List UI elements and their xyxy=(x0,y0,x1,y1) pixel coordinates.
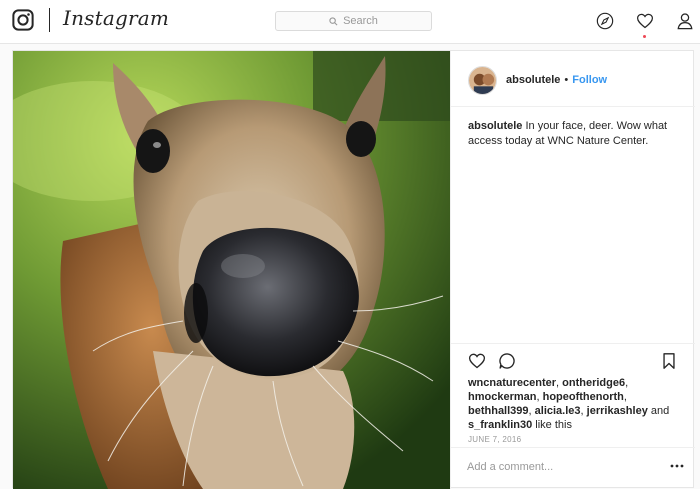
post-header: absolutele • Follow xyxy=(451,51,695,107)
liker-username[interactable]: alicia.le3 xyxy=(535,405,581,417)
deer-photo-image xyxy=(13,51,450,489)
comment-icon[interactable] xyxy=(498,352,516,370)
notification-dot xyxy=(643,35,646,38)
avatar[interactable] xyxy=(468,66,497,95)
likes-and: and xyxy=(650,405,670,417)
post-caption: absolutele In your face, deer. Wow what … xyxy=(468,119,683,149)
likes-summary: wncnaturecenter, ontheridge6, hmockerman… xyxy=(468,377,670,431)
follow-button[interactable]: Follow xyxy=(572,74,607,86)
separator-dot: • xyxy=(564,74,569,86)
liker-username[interactable]: jerrikashley xyxy=(587,405,648,417)
instagram-logo-icon[interactable] xyxy=(12,9,34,31)
logo-divider xyxy=(49,8,50,32)
post-card: absolutele • Follow absolutele In your f… xyxy=(12,50,695,489)
comment-row xyxy=(451,447,695,489)
owner-line: absolutele • Follow xyxy=(506,74,607,86)
instagram-wordmark[interactable]: Instagram xyxy=(63,6,169,30)
likes-suffix: like this xyxy=(535,419,572,431)
post-sidebar: absolutele • Follow absolutele In your f… xyxy=(450,51,695,489)
liker-username[interactable]: s_franklin30 xyxy=(468,419,532,431)
search-placeholder: Search xyxy=(343,15,378,27)
bookmark-icon[interactable] xyxy=(660,352,678,370)
liker-username[interactable]: ontheridge6 xyxy=(562,377,625,389)
liker-username[interactable]: hopeofthenorth xyxy=(543,391,624,403)
liker-username[interactable]: wncnaturecenter xyxy=(468,377,556,389)
search-icon xyxy=(329,16,338,25)
post-actions: wncnaturecenter, ontheridge6, hmockerman… xyxy=(451,343,695,444)
owner-username[interactable]: absolutele xyxy=(506,74,560,86)
liker-username[interactable]: bethhall399 xyxy=(468,405,529,417)
comment-input[interactable] xyxy=(467,458,647,476)
top-navigation-bar: Instagram Search xyxy=(0,0,700,44)
search-box[interactable]: Search xyxy=(275,11,432,31)
post-timestamp[interactable]: JUNE 7, 2016 xyxy=(468,435,521,444)
profile-icon[interactable] xyxy=(676,12,694,30)
more-options-icon[interactable] xyxy=(669,458,685,474)
heart-icon[interactable] xyxy=(636,12,654,30)
caption-username[interactable]: absolutele xyxy=(468,120,522,132)
compass-icon[interactable] xyxy=(596,12,614,30)
heart-icon[interactable] xyxy=(468,352,486,370)
liker-username[interactable]: hmockerman xyxy=(468,391,536,403)
post-photo[interactable] xyxy=(13,51,450,489)
action-icon-row xyxy=(468,352,678,372)
